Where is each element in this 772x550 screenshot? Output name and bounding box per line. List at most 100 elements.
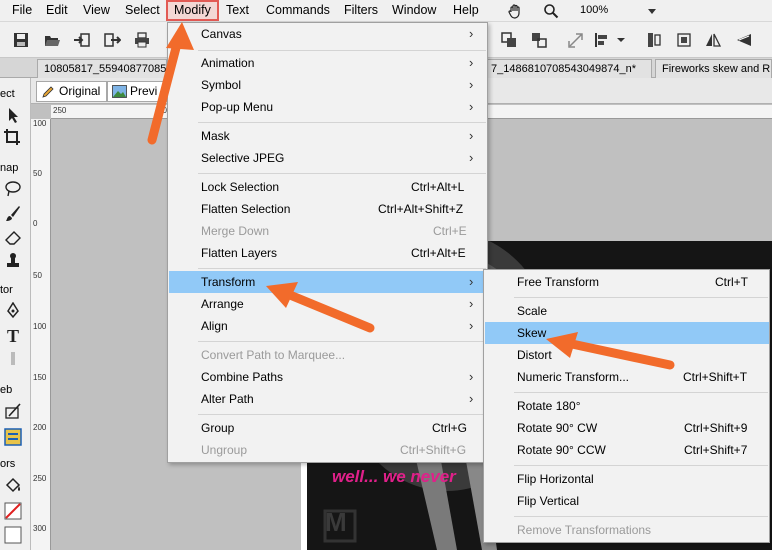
align-dropdown-icon[interactable] xyxy=(612,31,630,49)
menu-item-label: Distort xyxy=(517,348,552,362)
menu-item-align[interactable]: Align › xyxy=(169,315,487,337)
stroke-color-swatch-icon[interactable] xyxy=(4,502,22,520)
menu-item-scale[interactable]: Scale xyxy=(485,300,769,322)
menu-modify[interactable]: Modify xyxy=(166,0,219,21)
menu-item-free-transform[interactable]: Free Transform Ctrl+T xyxy=(485,271,769,293)
flip-horizontal-icon[interactable] xyxy=(704,31,722,49)
front-icon[interactable] xyxy=(645,31,663,49)
menu-item-shortcut: Ctrl+Alt+E xyxy=(411,246,466,260)
menu-item-numeric-transform[interactable]: Numeric Transform... Ctrl+Shift+T xyxy=(485,366,769,388)
menu-item-animation[interactable]: Animation › xyxy=(169,52,487,74)
menu-item-lock-selection[interactable]: Lock Selection Ctrl+Alt+L xyxy=(169,176,487,198)
menu-item-rotate-180[interactable]: Rotate 180° xyxy=(485,395,769,417)
menu-item-ungroup: Ungroup Ctrl+Shift+G xyxy=(169,439,487,461)
paint-bucket-icon[interactable] xyxy=(4,476,22,494)
menu-help[interactable]: Help xyxy=(447,0,485,21)
menu-item-combine-paths[interactable]: Combine Paths › xyxy=(169,366,487,388)
ruler-label: 0 xyxy=(33,219,38,228)
submenu-arrow-icon: › xyxy=(469,274,474,289)
menu-item-rotate-90-ccw[interactable]: Rotate 90° CCW Ctrl+Shift+7 xyxy=(485,439,769,461)
lasso-icon[interactable] xyxy=(4,180,22,198)
rotate-icon[interactable] xyxy=(735,31,753,49)
menu-file[interactable]: File xyxy=(6,0,38,21)
join-icon[interactable] xyxy=(567,31,585,49)
menu-window[interactable]: Window xyxy=(386,0,442,21)
ruler-label: 250 xyxy=(33,474,47,483)
menu-item-merge-down: Merge Down Ctrl+E xyxy=(169,220,487,242)
menu-item-label: Group xyxy=(201,421,235,435)
menu-commands[interactable]: Commands xyxy=(260,0,336,21)
hotspot-icon[interactable] xyxy=(4,428,22,446)
menu-item-label: Animation xyxy=(201,56,255,70)
tools-section-web: eb xyxy=(0,384,13,396)
crop-icon[interactable] xyxy=(3,128,21,146)
doc-tab-1[interactable]: 10805817_559408770858 xyxy=(37,59,167,78)
pointer-icon[interactable] xyxy=(5,106,23,124)
menu-item-group[interactable]: Group Ctrl+G xyxy=(169,417,487,439)
doc-tab-2[interactable]: 7_1486810708543049874_n* xyxy=(484,59,652,78)
fill-color-swatch-icon[interactable] xyxy=(4,526,22,544)
transform-submenu: Free Transform Ctrl+T Scale Skew Distort… xyxy=(483,269,770,543)
knife-icon[interactable] xyxy=(4,350,22,368)
menu-item-flip-vertical[interactable]: Flip Vertical xyxy=(485,490,769,512)
menu-item-canvas[interactable]: Canvas › xyxy=(169,23,487,45)
zoom-level[interactable]: 100% xyxy=(580,0,608,21)
menu-separator xyxy=(198,50,486,51)
menu-item-label: Transform xyxy=(201,275,256,289)
eraser-icon[interactable] xyxy=(4,228,22,246)
group-icon[interactable] xyxy=(500,31,518,49)
menu-edit[interactable]: Edit xyxy=(40,0,74,21)
menu-bar: File Edit View Select Modify Text Comman… xyxy=(0,0,772,22)
menu-item-transform[interactable]: Transform › xyxy=(169,271,487,293)
back-icon[interactable] xyxy=(675,31,693,49)
hand-icon[interactable] xyxy=(507,3,523,19)
menu-item-mask[interactable]: Mask › xyxy=(169,125,487,147)
menu-item-rotate-90-cw[interactable]: Rotate 90° CW Ctrl+Shift+9 xyxy=(485,417,769,439)
save-icon[interactable] xyxy=(12,31,30,49)
menu-item-convert-path-to-marquee: Convert Path to Marquee... xyxy=(169,344,487,366)
menu-item-selective-jpeg[interactable]: Selective JPEG › xyxy=(169,147,487,169)
menu-item-label: Combine Paths xyxy=(201,370,284,384)
menu-item-skew[interactable]: Skew xyxy=(485,322,769,344)
tab-preview[interactable]: Previ xyxy=(107,81,167,102)
submenu-arrow-icon: › xyxy=(469,150,474,165)
submenu-arrow-icon: › xyxy=(469,55,474,70)
submenu-arrow-icon: › xyxy=(469,128,474,143)
text-tool-icon[interactable]: T xyxy=(4,326,22,344)
tab-original[interactable]: Original xyxy=(36,81,108,102)
menu-item-flatten-layers[interactable]: Flatten Layers Ctrl+Alt+E xyxy=(169,242,487,264)
stamp-icon[interactable] xyxy=(4,251,22,269)
menu-item-distort[interactable]: Distort xyxy=(485,344,769,366)
doc-tab-3[interactable]: Fireworks skew and R xyxy=(655,59,772,78)
print-icon[interactable] xyxy=(133,31,151,49)
menu-select[interactable]: Select xyxy=(119,0,166,21)
menu-item-label: Symbol xyxy=(201,78,242,92)
menu-item-shortcut: Ctrl+G xyxy=(432,421,468,435)
brush-icon[interactable] xyxy=(4,204,22,222)
menu-item-shortcut: Ctrl+Shift+9 xyxy=(684,421,748,435)
menu-item-label: Mask xyxy=(201,129,230,143)
import-icon[interactable] xyxy=(73,31,91,49)
menu-item-symbol[interactable]: Symbol › xyxy=(169,74,487,96)
pen-icon[interactable] xyxy=(4,302,22,320)
menu-item-arrange[interactable]: Arrange › xyxy=(169,293,487,315)
export-icon[interactable] xyxy=(103,31,121,49)
menu-item-popup-menu[interactable]: Pop-up Menu › xyxy=(169,96,487,118)
ungroup-icon[interactable] xyxy=(530,31,548,49)
align-icon[interactable] xyxy=(593,31,611,49)
menu-separator xyxy=(198,414,486,415)
zoom-icon[interactable] xyxy=(543,3,559,19)
slice-icon[interactable] xyxy=(4,402,22,420)
submenu-arrow-icon: › xyxy=(469,26,474,41)
menu-item-alter-path[interactable]: Alter Path › xyxy=(169,388,487,410)
menu-view[interactable]: View xyxy=(77,0,116,21)
menu-item-flatten-selection[interactable]: Flatten Selection Ctrl+Alt+Shift+Z xyxy=(169,198,487,220)
menu-item-label: Rotate 90° CCW xyxy=(517,443,606,457)
open-icon[interactable] xyxy=(43,31,61,49)
menu-text[interactable]: Text xyxy=(220,0,255,21)
menu-item-flip-horizontal[interactable]: Flip Horizontal xyxy=(485,468,769,490)
menu-item-label: Skew xyxy=(517,326,547,340)
dropdown-arrow-icon[interactable] xyxy=(644,3,660,19)
ruler-label: 200 xyxy=(33,423,47,432)
menu-filters[interactable]: Filters xyxy=(338,0,384,21)
